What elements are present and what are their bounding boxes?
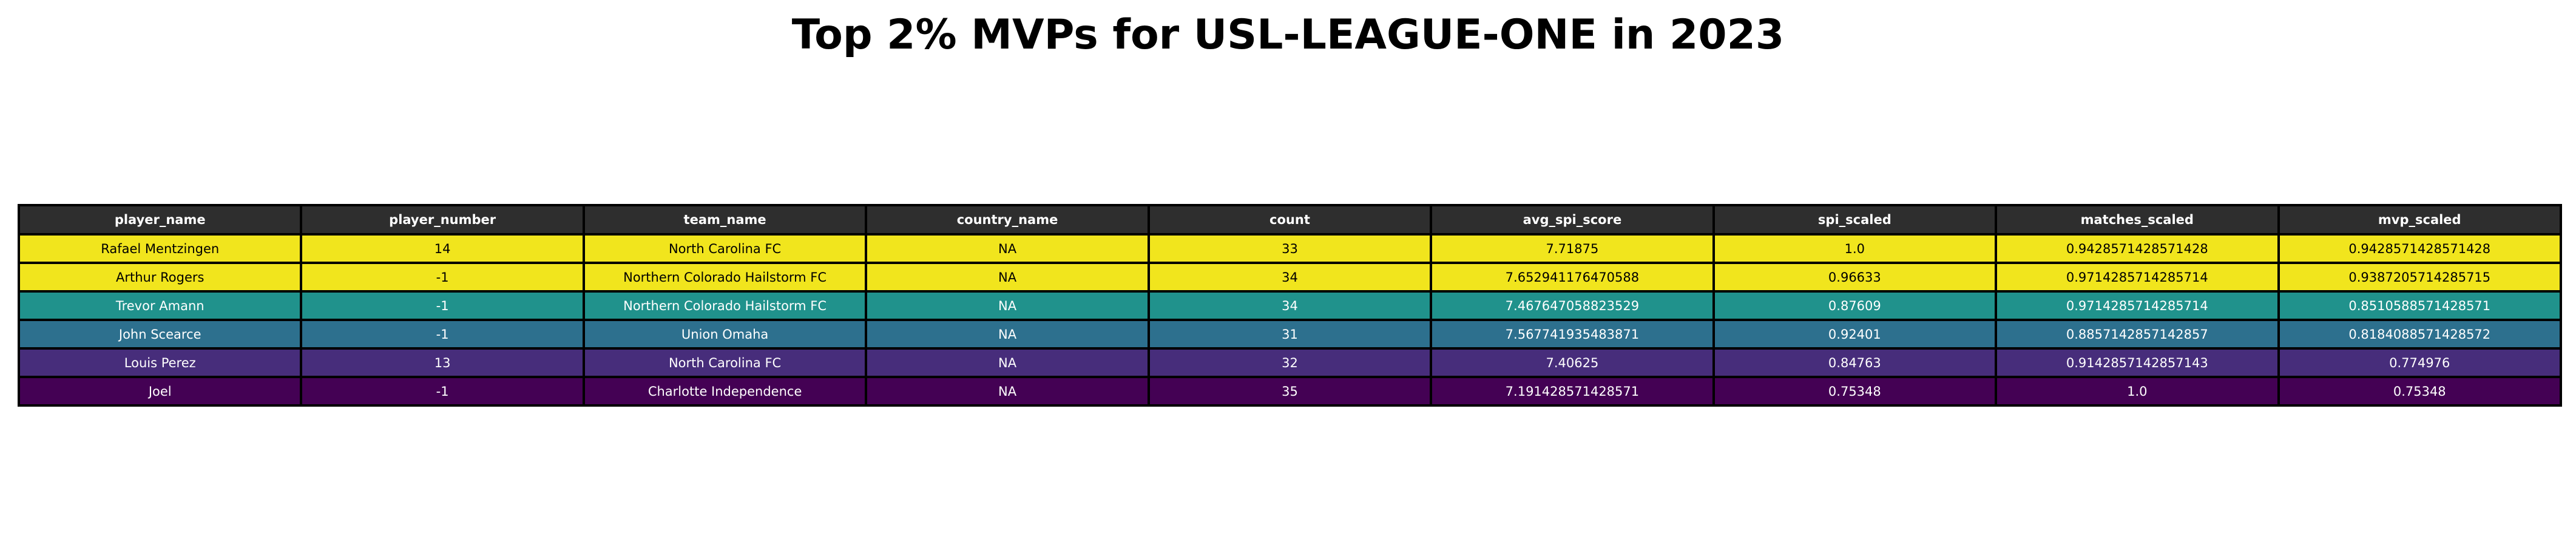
- table-cell-player-name: John Scearce: [17, 319, 303, 350]
- table-cell-player-name: Joel: [17, 376, 303, 407]
- table-cell-country-name: NA: [865, 376, 1150, 407]
- table-cell-spi-scaled: 1.0: [1712, 233, 1998, 264]
- table-cell-mvp-scaled: 0.9428571428571428: [2277, 233, 2562, 264]
- table-cell-mvp-scaled: 0.774976: [2277, 347, 2562, 378]
- table-cell-mvp-scaled: 0.75348: [2277, 376, 2562, 407]
- table-cell-country-name: NA: [865, 290, 1150, 321]
- table-cell-player-number: 14: [300, 233, 585, 264]
- column-header-player-name: player_name: [17, 204, 303, 236]
- mvp-table: player_name player_number team_name country…: [17, 204, 2562, 407]
- table-cell-matches-scaled: 0.9428571428571428: [1995, 233, 2280, 264]
- table-row: John Scearce -1 Union Omaha NA 31 7.567741935…: [17, 319, 2562, 350]
- table-cell-count: 31: [1147, 319, 1433, 350]
- table-row: Rafael Mentzingen 14 North Carolina FC NA 33…: [17, 233, 2562, 264]
- table-cell-spi-scaled: 0.84763: [1712, 347, 1998, 378]
- table-cell-avg-spi-score: 7.71875: [1430, 233, 1715, 264]
- table-cell-country-name: NA: [865, 233, 1150, 264]
- table-header-row: player_name player_number team_name country…: [17, 204, 2562, 236]
- table-cell-matches-scaled: 1.0: [1995, 376, 2280, 407]
- table-cell-matches-scaled: 0.9714285714285714: [1995, 290, 2280, 321]
- table-cell-matches-scaled: 0.8857142857142857: [1995, 319, 2280, 350]
- table-cell-avg-spi-score: 7.652941176470588: [1430, 262, 1715, 293]
- table-cell-player-name: Rafael Mentzingen: [17, 233, 303, 264]
- table-cell-count: 34: [1147, 290, 1433, 321]
- column-header-matches-scaled: matches_scaled: [1995, 204, 2280, 236]
- table-cell-country-name: NA: [865, 347, 1150, 378]
- table-cell-player-number: -1: [300, 376, 585, 407]
- column-header-mvp-scaled: mvp_scaled: [2277, 204, 2562, 236]
- table-cell-mvp-scaled: 0.8184088571428572: [2277, 319, 2562, 350]
- column-header-player-number: player_number: [300, 204, 585, 236]
- table-row: Arthur Rogers -1 Northern Colorado Hailsto…: [17, 262, 2562, 293]
- table-cell-team-name: Northern Colorado Hailstorm FC: [582, 262, 868, 293]
- table-cell-player-name: Louis Perez: [17, 347, 303, 378]
- table-cell-count: 33: [1147, 233, 1433, 264]
- table-cell-count: 34: [1147, 262, 1433, 293]
- table-cell-team-name: Northern Colorado Hailstorm FC: [582, 290, 868, 321]
- table-row: Trevor Amann -1 Northern Colorado Hailstor…: [17, 290, 2562, 321]
- table-cell-player-number: -1: [300, 262, 585, 293]
- table-cell-avg-spi-score: 7.467647058823529: [1430, 290, 1715, 321]
- table-cell-avg-spi-score: 7.191428571428571: [1430, 376, 1715, 407]
- table-cell-team-name: Union Omaha: [582, 319, 868, 350]
- table-cell-spi-scaled: 0.75348: [1712, 376, 1998, 407]
- table-cell-count: 35: [1147, 376, 1433, 407]
- table-cell-spi-scaled: 0.96633: [1712, 262, 1998, 293]
- column-header-count: count: [1147, 204, 1433, 236]
- table-cell-team-name: Charlotte Independence: [582, 376, 868, 407]
- column-header-country-name: country_name: [865, 204, 1150, 236]
- table-cell-spi-scaled: 0.92401: [1712, 319, 1998, 350]
- table-cell-player-name: Trevor Amann: [17, 290, 303, 321]
- table-cell-player-name: Arthur Rogers: [17, 262, 303, 293]
- chart-title: Top 2% MVPs for USL-LEAGUE-ONE in 2023: [791, 11, 1785, 59]
- table-body: Rafael Mentzingen 14 North Carolina FC NA 33…: [17, 233, 2562, 407]
- table-cell-count: 32: [1147, 347, 1433, 378]
- table-cell-country-name: NA: [865, 319, 1150, 350]
- table-cell-country-name: NA: [865, 262, 1150, 293]
- table-cell-player-number: -1: [300, 319, 585, 350]
- table-cell-spi-scaled: 0.87609: [1712, 290, 1998, 321]
- table-cell-matches-scaled: 0.9142857142857143: [1995, 347, 2280, 378]
- table-cell-matches-scaled: 0.9714285714285714: [1995, 262, 2280, 293]
- table-cell-team-name: North Carolina FC: [582, 347, 868, 378]
- column-header-avg-spi-score: avg_spi_score: [1430, 204, 1715, 236]
- column-header-spi-scaled: spi_scaled: [1712, 204, 1998, 236]
- table-cell-avg-spi-score: 7.567741935483871: [1430, 319, 1715, 350]
- table-row: Joel -1 Charlotte Independence NA 35 7.191428…: [17, 376, 2562, 407]
- table-cell-player-number: 13: [300, 347, 585, 378]
- table-row: Louis Perez 13 North Carolina FC NA 32 7.4062…: [17, 347, 2562, 378]
- column-header-team-name: team_name: [582, 204, 868, 236]
- table-cell-mvp-scaled: 0.9387205714285715: [2277, 262, 2562, 293]
- table-cell-mvp-scaled: 0.8510588571428571: [2277, 290, 2562, 321]
- table-cell-player-number: -1: [300, 290, 585, 321]
- table-cell-avg-spi-score: 7.40625: [1430, 347, 1715, 378]
- table-cell-team-name: North Carolina FC: [582, 233, 868, 264]
